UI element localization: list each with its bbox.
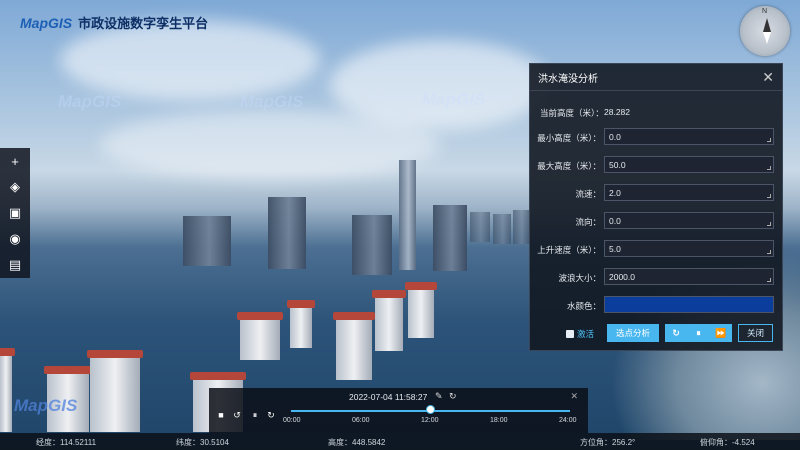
building: [87, 350, 143, 432]
current-height-label: 当前高度（米）：: [540, 108, 604, 118]
max-height-label: 最大高度（米）：: [537, 161, 601, 171]
min-height-input[interactable]: 0.0: [604, 128, 774, 145]
timeline-tick-label: 00:00: [283, 417, 301, 424]
flood-analysis-panel: 洪水淹没分析 ✕ 当前高度（米）： 28.282 最小高度（米）： 0.0 最大…: [529, 63, 783, 351]
refresh-icon[interactable]: ↻: [449, 391, 457, 402]
rise-speed-input[interactable]: 5.0: [604, 240, 774, 257]
flow-speed-input[interactable]: 2.0: [604, 184, 774, 201]
app-logo: MapGIS 市政设施数字孪生平台: [20, 13, 208, 32]
wave-size-label: 波浪大小：: [558, 273, 601, 283]
fast-forward-icon[interactable]: ⏩: [710, 328, 732, 339]
wave-size-row: 波浪大小： 2000.0: [530, 267, 784, 287]
altitude-readout: 高度：448.5842: [328, 438, 386, 447]
step-forward-icon[interactable]: ↻: [265, 409, 277, 421]
save-icon[interactable]: ▤: [4, 254, 26, 276]
flow-direction-row: 流向： 0.0: [530, 211, 784, 231]
watermark: MapGIS: [58, 92, 122, 111]
min-height-label: 最小高度（米）：: [537, 133, 601, 143]
building: [237, 312, 283, 360]
building: [333, 312, 375, 380]
timeline-datetime: 2022-07-04 11:58:27: [349, 392, 428, 402]
rise-speed-label: 上升速度（米）：: [537, 245, 601, 255]
building: [372, 290, 406, 351]
compass-needle-icon: [763, 18, 771, 32]
building: [399, 160, 416, 270]
layers-icon[interactable]: ◈: [4, 176, 26, 198]
wave-size-input[interactable]: 2000.0: [604, 268, 774, 285]
activate-checkbox[interactable]: 激活: [566, 328, 594, 340]
timeline-tick-label: 18:00: [490, 417, 508, 424]
water-color-row: 水颜色：: [530, 295, 784, 315]
refresh-icon[interactable]: ↻: [665, 328, 687, 339]
watermark: MapGIS: [240, 92, 304, 111]
pause-icon[interactable]: ⏸: [687, 328, 709, 339]
checkbox-icon: [566, 330, 574, 338]
timeline-tick-label: 12:00: [421, 417, 439, 424]
current-height-value: 28.282: [604, 107, 630, 117]
compass-north-label: N: [762, 8, 768, 15]
water-color-label: 水颜色：: [566, 301, 601, 311]
step-back-icon[interactable]: ↺: [231, 409, 243, 421]
building: [433, 205, 467, 271]
max-height-input[interactable]: 50.0: [604, 156, 774, 173]
flow-speed-label: 流速：: [575, 189, 601, 199]
heading-readout: 方位角：256.2°: [580, 438, 636, 447]
panel-title: 洪水淹没分析: [538, 73, 598, 85]
building: [493, 214, 511, 244]
building: [268, 197, 306, 269]
latitude-readout: 纬度：30.5104: [176, 438, 229, 447]
compass-needle-tail-icon: [763, 32, 771, 44]
flow-direction-input[interactable]: 0.0: [604, 212, 774, 229]
panel-actions: 激活 选点分析 ↻ ⏸ ⏩ 关闭: [530, 322, 784, 344]
building: [470, 212, 490, 242]
rise-speed-row: 上升速度（米）： 5.0: [530, 239, 784, 259]
timeline-tick-label: 24:00: [559, 417, 577, 424]
status-bar: 经度：114.52111 纬度：30.5104 高度：448.5842 方位角：…: [0, 433, 800, 450]
pitch-readout: 俯仰角：-4.524: [700, 438, 755, 447]
timeline-handle[interactable]: [426, 405, 436, 414]
building: [0, 348, 15, 432]
min-height-row: 最小高度（米）： 0.0: [530, 127, 784, 147]
watermark: MapGIS: [422, 90, 486, 109]
app-title: 市政设施数字孪生平台: [78, 16, 209, 31]
close-icon[interactable]: ✕: [762, 69, 774, 86]
close-icon[interactable]: ✕: [570, 391, 578, 402]
water-color-picker[interactable]: [604, 296, 774, 313]
building: [513, 210, 529, 244]
cube-icon[interactable]: ▣: [4, 202, 26, 224]
building: [183, 216, 231, 266]
close-button[interactable]: 关闭: [738, 324, 773, 342]
building: [405, 282, 437, 338]
building: [287, 300, 315, 348]
watermark: MapGIS: [14, 396, 78, 415]
max-height-row: 最大高度（米）： 50.0: [530, 155, 784, 175]
time-slider-widget: 2022-07-04 11:58:27 ✎ ↻ ✕ ■ ↺ ⏸ ↻ 00:00 …: [209, 388, 588, 433]
activate-label: 激活: [577, 329, 595, 339]
logo-mark: MapGIS: [20, 14, 73, 31]
flow-speed-row: 流速： 2.0: [530, 183, 784, 203]
building: [352, 215, 392, 275]
left-toolbar: + ◈ ▣ ◉ ▤: [0, 148, 30, 278]
pick-point-button[interactable]: 选点分析: [607, 324, 659, 342]
stop-icon[interactable]: ■: [215, 409, 227, 421]
panel-header: 洪水淹没分析 ✕: [530, 64, 782, 91]
cloud: [60, 20, 320, 100]
timeline-tick-label: 06:00: [352, 417, 370, 424]
cloud: [100, 110, 440, 180]
longitude-readout: 经度：114.52111: [36, 438, 97, 447]
plus-icon[interactable]: +: [4, 150, 26, 172]
globe-icon[interactable]: ◉: [4, 228, 26, 250]
current-height-row: 当前高度（米）： 28.282: [530, 102, 784, 122]
pause-icon[interactable]: ⏸: [249, 409, 261, 421]
compass-widget[interactable]: N: [740, 6, 790, 56]
flow-direction-label: 流向：: [575, 217, 601, 227]
edit-icon[interactable]: ✎: [435, 391, 443, 402]
playback-buttons: ↻ ⏸ ⏩: [665, 324, 732, 342]
